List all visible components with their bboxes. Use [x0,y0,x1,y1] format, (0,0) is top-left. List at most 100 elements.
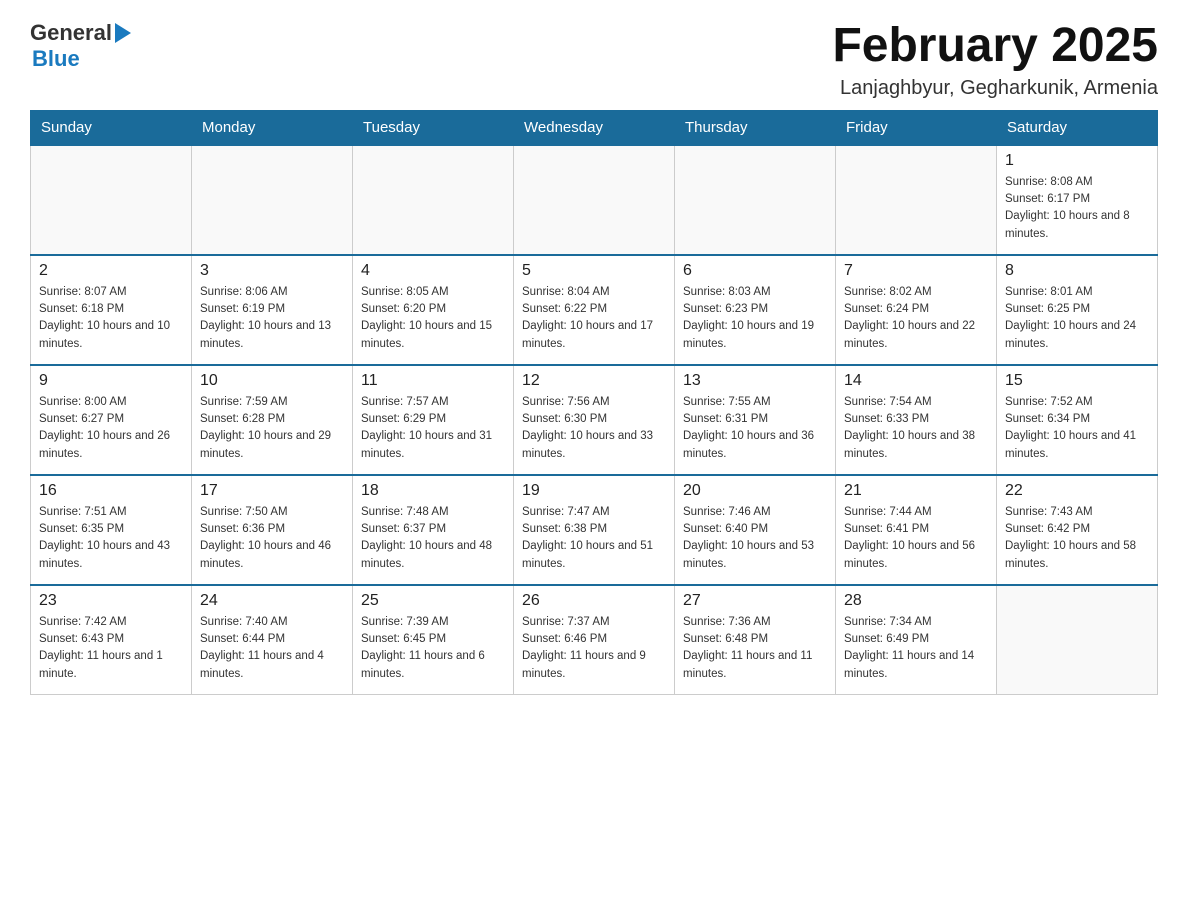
calendar-cell [353,145,514,255]
weekday-header-row: SundayMondayTuesdayWednesdayThursdayFrid… [31,110,1158,145]
calendar-cell: 19 Sunrise: 7:47 AM Sunset: 6:38 PM Dayli… [514,475,675,585]
day-number: 19 [522,482,666,500]
calendar-cell: 18 Sunrise: 7:48 AM Sunset: 6:37 PM Dayli… [353,475,514,585]
calendar-cell: 3 Sunrise: 8:06 AM Sunset: 6:19 PM Daylig… [192,255,353,365]
weekday-header-thursday: Thursday [675,110,836,145]
week-row-3: 9 Sunrise: 8:00 AM Sunset: 6:27 PM Daylig… [31,365,1158,475]
day-info: Sunrise: 7:48 AM Sunset: 6:37 PM Dayligh… [361,504,505,573]
logo: General Blue [30,20,131,72]
day-info: Sunrise: 7:43 AM Sunset: 6:42 PM Dayligh… [1005,504,1149,573]
calendar-cell: 24 Sunrise: 7:40 AM Sunset: 6:44 PM Dayli… [192,585,353,695]
day-info: Sunrise: 7:39 AM Sunset: 6:45 PM Dayligh… [361,614,505,683]
calendar-cell: 20 Sunrise: 7:46 AM Sunset: 6:40 PM Dayli… [675,475,836,585]
day-info: Sunrise: 7:52 AM Sunset: 6:34 PM Dayligh… [1005,394,1149,463]
day-info: Sunrise: 8:07 AM Sunset: 6:18 PM Dayligh… [39,284,183,353]
calendar-cell [192,145,353,255]
logo-general-text: General [30,20,112,46]
day-number: 5 [522,262,666,280]
day-number: 16 [39,482,183,500]
calendar-cell [997,585,1158,695]
day-info: Sunrise: 7:47 AM Sunset: 6:38 PM Dayligh… [522,504,666,573]
day-number: 2 [39,262,183,280]
day-info: Sunrise: 8:00 AM Sunset: 6:27 PM Dayligh… [39,394,183,463]
day-info: Sunrise: 7:44 AM Sunset: 6:41 PM Dayligh… [844,504,988,573]
week-row-4: 16 Sunrise: 7:51 AM Sunset: 6:35 PM Dayli… [31,475,1158,585]
calendar-cell: 21 Sunrise: 7:44 AM Sunset: 6:41 PM Dayli… [836,475,997,585]
weekday-header-saturday: Saturday [997,110,1158,145]
day-number: 21 [844,482,988,500]
calendar-cell [514,145,675,255]
day-info: Sunrise: 7:46 AM Sunset: 6:40 PM Dayligh… [683,504,827,573]
day-number: 9 [39,372,183,390]
calendar-cell: 6 Sunrise: 8:03 AM Sunset: 6:23 PM Daylig… [675,255,836,365]
calendar-cell: 25 Sunrise: 7:39 AM Sunset: 6:45 PM Dayli… [353,585,514,695]
day-number: 3 [200,262,344,280]
day-number: 15 [1005,372,1149,390]
calendar-cell: 10Sunrise: 7:59 AM Sunset: 6:28 PM Dayli… [192,365,353,475]
day-number: 22 [1005,482,1149,500]
day-info: Sunrise: 7:37 AM Sunset: 6:46 PM Dayligh… [522,614,666,683]
calendar-cell [836,145,997,255]
calendar-cell [675,145,836,255]
weekday-header-monday: Monday [192,110,353,145]
calendar-cell: 28 Sunrise: 7:34 AM Sunset: 6:49 PM Dayli… [836,585,997,695]
day-number: 7 [844,262,988,280]
day-info: Sunrise: 8:05 AM Sunset: 6:20 PM Dayligh… [361,284,505,353]
day-number: 8 [1005,262,1149,280]
calendar-cell: 14 Sunrise: 7:54 AM Sunset: 6:33 PM Dayli… [836,365,997,475]
week-row-2: 2 Sunrise: 8:07 AM Sunset: 6:18 PM Daylig… [31,255,1158,365]
day-number: 24 [200,592,344,610]
day-number: 6 [683,262,827,280]
day-number: 10 [200,372,344,390]
day-info: Sunrise: 8:01 AM Sunset: 6:25 PM Dayligh… [1005,284,1149,353]
weekday-header-friday: Friday [836,110,997,145]
day-info: Sunrise: 8:02 AM Sunset: 6:24 PM Dayligh… [844,284,988,353]
calendar-cell: 13Sunrise: 7:55 AM Sunset: 6:31 PM Dayli… [675,365,836,475]
calendar-cell: 22 Sunrise: 7:43 AM Sunset: 6:42 PM Dayli… [997,475,1158,585]
day-info: Sunrise: 7:54 AM Sunset: 6:33 PM Dayligh… [844,394,988,463]
day-number: 25 [361,592,505,610]
calendar-cell: 23 Sunrise: 7:42 AM Sunset: 6:43 PM Dayli… [31,585,192,695]
weekday-header-tuesday: Tuesday [353,110,514,145]
day-number: 18 [361,482,505,500]
calendar-cell: 15 Sunrise: 7:52 AM Sunset: 6:34 PM Dayli… [997,365,1158,475]
day-number: 17 [200,482,344,500]
calendar-cell: 17 Sunrise: 7:50 AM Sunset: 6:36 PM Dayli… [192,475,353,585]
day-info: Sunrise: 7:42 AM Sunset: 6:43 PM Dayligh… [39,614,183,683]
day-info: Sunrise: 7:34 AM Sunset: 6:49 PM Dayligh… [844,614,988,683]
day-info: Sunrise: 7:57 AM Sunset: 6:29 PM Dayligh… [361,394,505,463]
calendar-cell [31,145,192,255]
calendar-cell: 5Sunrise: 8:04 AM Sunset: 6:22 PM Daylig… [514,255,675,365]
calendar-cell: 9 Sunrise: 8:00 AM Sunset: 6:27 PM Daylig… [31,365,192,475]
weekday-header-sunday: Sunday [31,110,192,145]
day-number: 26 [522,592,666,610]
day-number: 11 [361,372,505,390]
day-number: 27 [683,592,827,610]
calendar-cell: 8 Sunrise: 8:01 AM Sunset: 6:25 PM Daylig… [997,255,1158,365]
day-info: Sunrise: 8:03 AM Sunset: 6:23 PM Dayligh… [683,284,827,353]
week-row-1: 1Sunrise: 8:08 AM Sunset: 6:17 PM Daylig… [31,145,1158,255]
day-info: Sunrise: 7:50 AM Sunset: 6:36 PM Dayligh… [200,504,344,573]
day-info: Sunrise: 7:36 AM Sunset: 6:48 PM Dayligh… [683,614,827,683]
day-number: 12 [522,372,666,390]
day-info: Sunrise: 7:40 AM Sunset: 6:44 PM Dayligh… [200,614,344,683]
calendar-cell: 11 Sunrise: 7:57 AM Sunset: 6:29 PM Dayli… [353,365,514,475]
day-number: 23 [39,592,183,610]
weekday-header-wednesday: Wednesday [514,110,675,145]
calendar-cell: 7 Sunrise: 8:02 AM Sunset: 6:24 PM Daylig… [836,255,997,365]
day-number: 14 [844,372,988,390]
logo-blue-text: Blue [32,46,131,72]
calendar-cell: 1Sunrise: 8:08 AM Sunset: 6:17 PM Daylig… [997,145,1158,255]
day-info: Sunrise: 8:06 AM Sunset: 6:19 PM Dayligh… [200,284,344,353]
day-number: 20 [683,482,827,500]
calendar-cell: 12 Sunrise: 7:56 AM Sunset: 6:30 PM Dayli… [514,365,675,475]
calendar-cell: 4Sunrise: 8:05 AM Sunset: 6:20 PM Daylig… [353,255,514,365]
day-info: Sunrise: 7:51 AM Sunset: 6:35 PM Dayligh… [39,504,183,573]
calendar-cell: 27 Sunrise: 7:36 AM Sunset: 6:48 PM Dayli… [675,585,836,695]
day-number: 1 [1005,152,1149,170]
day-number: 13 [683,372,827,390]
day-info: Sunrise: 7:56 AM Sunset: 6:30 PM Dayligh… [522,394,666,463]
calendar-cell: 16 Sunrise: 7:51 AM Sunset: 6:35 PM Dayli… [31,475,192,585]
day-number: 28 [844,592,988,610]
page-header: General Blue February 2025 Lanjaghbyur, … [30,20,1158,100]
